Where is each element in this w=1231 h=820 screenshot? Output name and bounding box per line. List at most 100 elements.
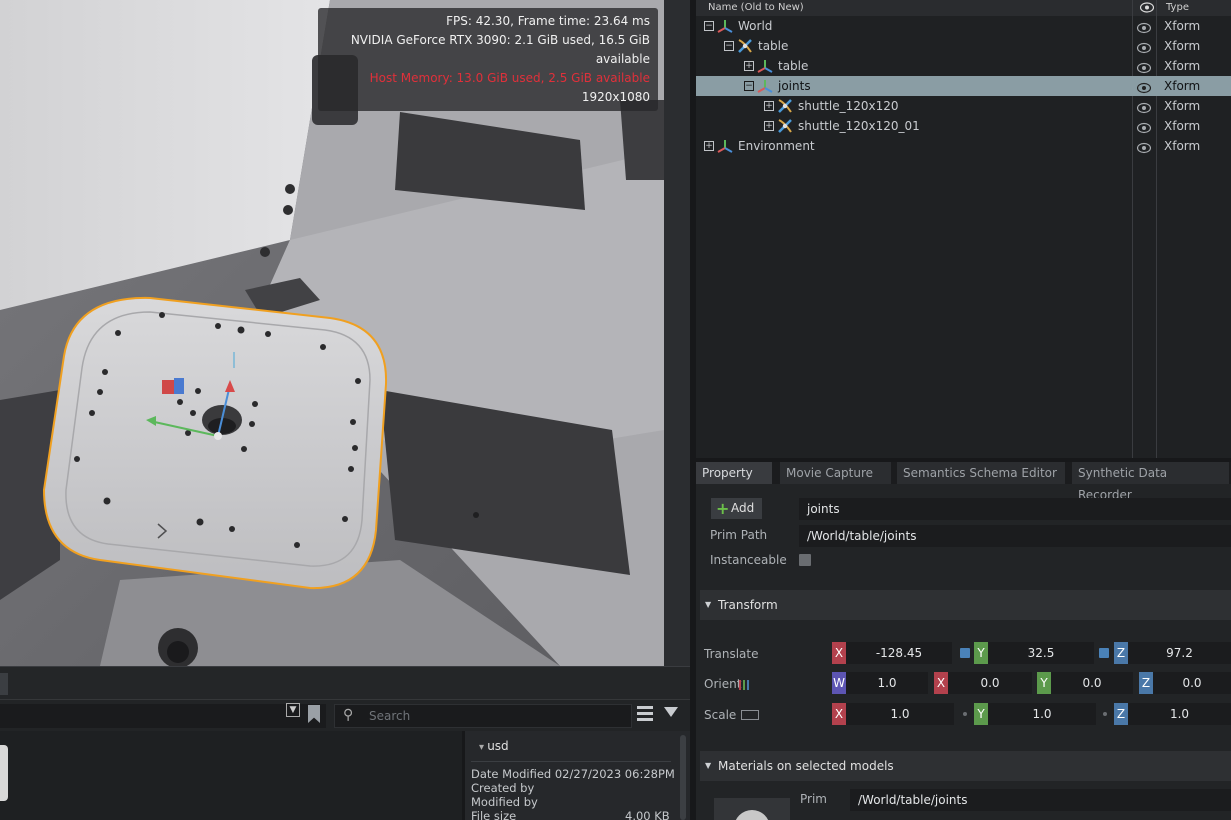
- filter-icon[interactable]: [664, 707, 678, 717]
- file-thumbnail[interactable]: [0, 745, 8, 801]
- translate-label: Translate: [704, 647, 759, 661]
- instanceable-checkbox[interactable]: [799, 554, 811, 566]
- created-by: Created by: [471, 781, 535, 795]
- material-prim-label: Prim: [800, 792, 827, 806]
- stage-row-table[interactable]: + table Xform: [696, 56, 1231, 76]
- content-path-field[interactable]: [0, 704, 326, 728]
- search-field[interactable]: ⚲ Search: [334, 704, 632, 728]
- content-tab-strip: [0, 666, 690, 699]
- scale-z-field[interactable]: 1.0: [1128, 703, 1231, 725]
- stage-header: Name (Old to New) Type: [696, 0, 1231, 16]
- eye-icon[interactable]: [1136, 80, 1152, 94]
- expand-icon[interactable]: +: [704, 141, 714, 151]
- stage-row-label: joints: [778, 79, 811, 93]
- instanceable-label: Instanceable: [710, 553, 787, 567]
- viewport[interactable]: FPS: 42.30, Frame time: 23.64 ms NVIDIA …: [0, 0, 664, 666]
- details-header[interactable]: usd: [479, 739, 508, 753]
- stage-row-label: World: [738, 19, 773, 33]
- scale-separator: [1103, 712, 1107, 716]
- materials-section-header[interactable]: Materials on selected models: [700, 751, 1231, 781]
- scale-y-field[interactable]: 1.0: [988, 703, 1096, 725]
- property-panel: Property Movie Capture Semantics Schema …: [696, 462, 1231, 820]
- prim-name-field[interactable]: joints: [799, 498, 1231, 520]
- app-window: FPS: 42.30, Frame time: 23.64 ms NVIDIA …: [0, 0, 1231, 820]
- eye-icon[interactable]: [1136, 40, 1152, 54]
- link-icon[interactable]: [1099, 648, 1109, 658]
- scale-separator: [963, 712, 967, 716]
- tab-property[interactable]: Property: [696, 462, 774, 484]
- translate-y-field[interactable]: 32.5: [988, 642, 1094, 664]
- chevron-down-icon[interactable]: ▼: [286, 703, 300, 717]
- tab-synthetic-data-recorder[interactable]: Synthetic Data Recorder: [1072, 462, 1231, 502]
- file-details-panel: usd Date Modified 02/27/2023 06:28PM Cre…: [462, 731, 690, 820]
- link-icon[interactable]: [960, 648, 970, 658]
- eye-icon[interactable]: [1136, 140, 1152, 154]
- fps-readout: FPS: 42.30, Frame time: 23.64 ms: [446, 14, 650, 28]
- file-size-value: 4.00 KB: [625, 809, 670, 820]
- translate-x-field[interactable]: -128.45: [846, 642, 952, 664]
- scale-x-field[interactable]: 1.0: [846, 703, 954, 725]
- expand-icon[interactable]: +: [764, 121, 774, 131]
- stage-row-label: table: [778, 59, 809, 73]
- joint-icon: [776, 117, 794, 135]
- expand-icon[interactable]: +: [744, 61, 754, 71]
- stage-row-type: Xform: [1164, 99, 1201, 113]
- orient-y-field[interactable]: 0.0: [1051, 672, 1133, 694]
- name-column-header[interactable]: Name (Old to New): [708, 0, 804, 16]
- stage-row-table[interactable]: − table Xform: [696, 36, 1231, 56]
- details-scrollbar[interactable]: [680, 735, 686, 820]
- expand-icon[interactable]: +: [764, 101, 774, 111]
- file-size-label: File size: [471, 809, 517, 820]
- stage-row-type: Xform: [1164, 59, 1201, 73]
- translate-z-field[interactable]: 97.2: [1128, 642, 1231, 664]
- stage-row-type: Xform: [1164, 79, 1201, 93]
- search-icon: ⚲: [343, 707, 354, 723]
- eye-icon[interactable]: [1136, 100, 1152, 114]
- performance-hud: FPS: 42.30, Frame time: 23.64 ms NVIDIA …: [318, 8, 658, 111]
- scale-y-axis: Y: [974, 703, 988, 725]
- date-modified: Date Modified 02/27/2023 06:28PM: [471, 767, 675, 781]
- prim-path-field[interactable]: /World/table/joints: [799, 525, 1231, 547]
- collapse-icon[interactable]: −: [704, 21, 714, 31]
- eye-icon[interactable]: [1136, 120, 1152, 134]
- eye-icon[interactable]: [1136, 20, 1152, 34]
- stage-row-type: Xform: [1164, 139, 1201, 153]
- add-button[interactable]: + Add: [711, 498, 762, 519]
- transform-section-header[interactable]: Transform: [700, 590, 1231, 620]
- stage-row-label: Environment: [738, 139, 815, 153]
- orient-x-field[interactable]: 0.0: [948, 672, 1032, 694]
- stage-panel: Name (Old to New) Type − World Xform − table…: [696, 0, 1231, 458]
- stage-row-shuttle-120x120[interactable]: + shuttle_120x120 Xform: [696, 96, 1231, 116]
- stage-row-environment[interactable]: + Environment Xform: [696, 136, 1231, 156]
- stage-row-shuttle-120x120-01[interactable]: + shuttle_120x120_01 Xform: [696, 116, 1231, 136]
- selected-plate[interactable]: [42, 296, 388, 590]
- content-file-grid[interactable]: [0, 731, 462, 820]
- content-tab[interactable]: [0, 673, 8, 695]
- orient-w-axis: W: [832, 672, 846, 694]
- collapse-icon[interactable]: −: [744, 81, 754, 91]
- add-button-label: Add: [731, 501, 755, 515]
- tab-movie-capture[interactable]: Movie Capture: [780, 462, 893, 484]
- materials-section-title: Materials on selected models: [718, 759, 894, 773]
- orient-z-field[interactable]: 0.0: [1153, 672, 1231, 694]
- modified-by: Modified by: [471, 795, 538, 809]
- content-browser-toolbar: ▼ ⚲ Search: [0, 699, 690, 731]
- material-prim-field[interactable]: /World/table/joints: [850, 789, 1231, 811]
- type-column-header[interactable]: Type: [1166, 0, 1189, 16]
- xform-icon: [756, 57, 774, 75]
- stage-row-label: shuttle_120x120: [798, 99, 899, 113]
- orient-x-axis: X: [934, 672, 948, 694]
- scale-z-axis: Z: [1114, 703, 1128, 725]
- quaternion-icon: [739, 680, 751, 690]
- orient-w-field[interactable]: 1.0: [846, 672, 928, 694]
- tab-semantics-schema-editor[interactable]: Semantics Schema Editor: [897, 462, 1067, 484]
- list-view-icon[interactable]: [637, 706, 653, 722]
- transform-section-title: Transform: [718, 598, 778, 612]
- scale-link-icon[interactable]: [741, 710, 759, 720]
- stage-row-joints[interactable]: − joints Xform: [696, 76, 1231, 96]
- collapse-icon[interactable]: −: [724, 41, 734, 51]
- eye-icon[interactable]: [1136, 60, 1152, 74]
- prim-path-label: Prim Path: [710, 528, 768, 542]
- orient-y-axis: Y: [1037, 672, 1051, 694]
- stage-row-world[interactable]: − World Xform: [696, 16, 1231, 36]
